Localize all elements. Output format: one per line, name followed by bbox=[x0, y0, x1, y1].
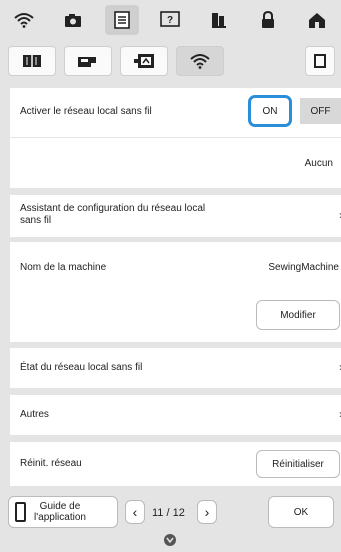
sewing-status-icon bbox=[163, 533, 177, 547]
machine-name-value: SewingMachine bbox=[268, 262, 339, 273]
modify-button[interactable]: Modifier bbox=[256, 300, 340, 330]
modify-button-label: Modifier bbox=[280, 309, 316, 321]
home-icon[interactable] bbox=[300, 5, 334, 35]
chevron-right-icon: › bbox=[204, 504, 210, 520]
help-icon[interactable]: ? bbox=[153, 5, 187, 35]
network-name-value: Aucun bbox=[304, 158, 333, 169]
phone-icon bbox=[15, 502, 26, 522]
app-guide-line1: Guide de bbox=[39, 501, 81, 512]
setup-wizard-row[interactable]: Assistant de configuration du réseau loc… bbox=[10, 195, 341, 237]
ok-button-label: OK bbox=[293, 506, 309, 518]
previous-page-button[interactable]: ‹ bbox=[125, 500, 145, 524]
wifi-icon[interactable] bbox=[7, 5, 41, 35]
lock-icon[interactable] bbox=[251, 5, 285, 35]
thread-icon[interactable] bbox=[202, 5, 236, 35]
settings-category-tabs bbox=[0, 44, 341, 78]
on-button[interactable]: ON bbox=[248, 95, 292, 127]
wireless-lan-panel: Activer le réseau local sans fil ON OFF … bbox=[10, 88, 341, 188]
wireless-lan-status-row[interactable]: État du réseau local sans fil › bbox=[10, 348, 341, 388]
app-guide-line2: l'application bbox=[34, 512, 86, 523]
next-page-button[interactable]: › bbox=[197, 500, 217, 524]
reset-network-label: Réinit. réseau bbox=[20, 458, 82, 469]
reset-button-label: Réinitialiser bbox=[272, 458, 324, 470]
others-row[interactable]: Autres › bbox=[10, 395, 341, 435]
setup-wizard-label: Assistant de configuration du réseau loc… bbox=[20, 203, 206, 226]
off-button[interactable]: OFF bbox=[300, 98, 341, 124]
reset-button[interactable]: Réinitialiser bbox=[256, 450, 340, 478]
settings-page-icon[interactable] bbox=[104, 5, 139, 35]
wifi-icon[interactable] bbox=[176, 46, 224, 76]
machine-name-panel: Nom de la machine SewingMachine Modifier bbox=[10, 242, 341, 342]
off-button-label: OFF bbox=[310, 105, 331, 117]
ok-button[interactable]: OK bbox=[268, 496, 334, 528]
top-toolbar: ? bbox=[0, 0, 341, 40]
camera-icon[interactable] bbox=[56, 5, 90, 35]
machine-name-label: Nom de la machine bbox=[20, 262, 107, 273]
chevron-left-icon: ‹ bbox=[132, 504, 138, 520]
reset-network-row: Réinit. réseau Réinitialiser bbox=[10, 442, 341, 486]
expand-icon[interactable] bbox=[305, 46, 335, 76]
wireless-lan-status-label: État du réseau local sans fil bbox=[20, 362, 143, 373]
wireless-lan-enable-row: Activer le réseau local sans fil ON OFF bbox=[10, 88, 341, 138]
wireless-lan-enable-label: Activer le réseau local sans fil bbox=[20, 106, 152, 117]
on-button-label: ON bbox=[262, 105, 278, 117]
others-label: Autres bbox=[20, 409, 49, 420]
embroidery-frame-icon[interactable] bbox=[120, 46, 168, 76]
svg-text:?: ? bbox=[167, 15, 173, 26]
bottom-navigation-bar: Guide de l'application ‹ 11 / 12 › OK bbox=[0, 494, 341, 530]
book-icon[interactable] bbox=[8, 46, 56, 76]
app-guide-button[interactable]: Guide de l'application bbox=[8, 496, 118, 528]
app-guide-label: Guide de l'application bbox=[34, 501, 86, 523]
page-indicator: 11 / 12 bbox=[152, 507, 185, 519]
sewing-machine-icon[interactable] bbox=[64, 46, 112, 76]
